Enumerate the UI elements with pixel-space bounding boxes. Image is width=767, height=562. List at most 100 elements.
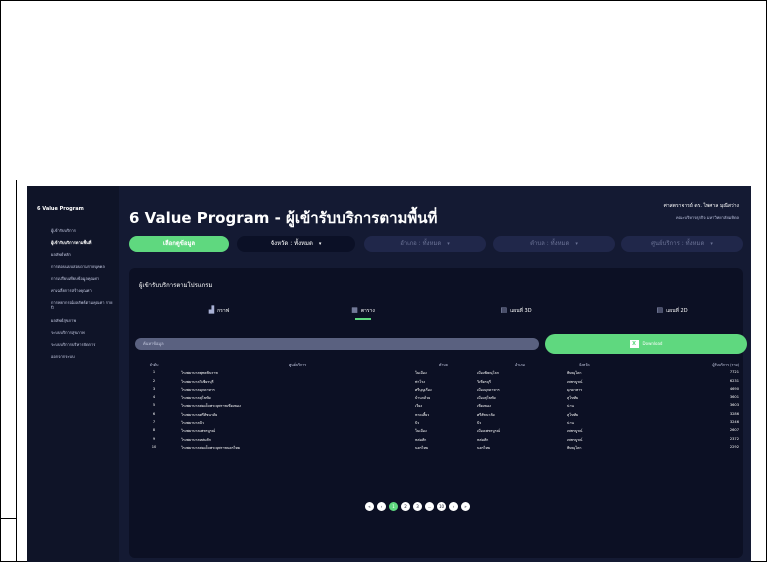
- cell-customers: 2372: [729, 436, 739, 441]
- col-header-district[interactable]: อำเภอ: [515, 362, 525, 368]
- page-button[interactable]: ›: [449, 502, 458, 511]
- cell-subdistrict: บ้านกล้วย: [415, 396, 431, 401]
- subdistrict-dropdown-label: ตำบล : ทั้งหมด: [530, 240, 570, 247]
- sidebar-item-value-compare[interactable]: การเปรียบเทียบข้อมูลคุณค่า: [51, 276, 113, 281]
- cell-customers: 2607: [729, 428, 739, 433]
- district-dropdown[interactable]: อำเภอ : ทั้งหมด ▾: [364, 236, 486, 252]
- sidebar-item-customers[interactable]: ผู้เข้ารับบริการ: [51, 228, 113, 233]
- sidebar-item-outcomes[interactable]: ผลลัพธ์หลัก: [51, 252, 113, 257]
- cell-subdistrict: นครไทย: [415, 445, 429, 450]
- cell-province: พิษณุโลก: [567, 445, 582, 450]
- cell-district: เมืองสุโขทัย: [477, 396, 496, 401]
- map-icon: ▤: [500, 306, 508, 314]
- table-row[interactable]: 3 โรงพยาบาลมุกดาหาร ศรีบุญเรือง เมืองมุกดาห…: [139, 387, 743, 395]
- user-organization: คณะบริหารธุรกิจ มหาวิทยาลัยมหิดล: [676, 215, 739, 220]
- cell-service-unit: โรงพยาบาลสมเด็จพระยุพราชนครไทย: [181, 445, 241, 450]
- active-tab-indicator: [355, 318, 371, 320]
- table-row[interactable]: 5 โรงพยาบาลสมเด็จพระยุพราชเชียงของ เวียง เช…: [139, 403, 743, 411]
- province-dropdown-label: จังหวัด : ทั้งหมด: [270, 240, 313, 247]
- cell-province: เพชรบูรณ์: [567, 379, 583, 384]
- cell-customers: 3286: [729, 411, 739, 416]
- table-row[interactable]: 10 โรงพยาบาลสมเด็จพระยุพราชนครไทย นครไทย นค…: [139, 445, 743, 453]
- col-header-customers[interactable]: ผู้รับบริการ (ราย): [659, 362, 739, 368]
- table-row[interactable]: 7 โรงพยาบาลปัว ปัว ปัว น่าน 3246: [139, 420, 743, 428]
- tab-table-label: ตาราง: [360, 308, 375, 314]
- tab-table[interactable]: ▦ ตาราง: [333, 306, 393, 315]
- cell-customers: 3246: [729, 420, 739, 425]
- service-unit-dropdown[interactable]: ศูนย์บริการ : ทั้งหมด ▾: [621, 236, 743, 252]
- panel-title: ผู้เข้ารับบริการตามโปรแกรม: [139, 282, 213, 289]
- chevron-down-icon: ▾: [575, 241, 578, 247]
- cell-no: 4: [152, 395, 156, 400]
- col-header-service-unit[interactable]: ศูนย์บริการ: [289, 362, 306, 368]
- cell-service-unit: โรงพยาบาลหล่มสัก: [181, 437, 211, 442]
- cell-customers: 3601: [729, 395, 739, 400]
- search-input[interactable]: ค้นหาข้อมูล: [135, 338, 539, 350]
- page-button[interactable]: 10: [437, 502, 446, 511]
- cell-subdistrict: ปัว: [415, 421, 420, 426]
- page-button[interactable]: 1: [389, 502, 398, 511]
- page-button[interactable]: 3: [413, 502, 422, 511]
- cell-customers: 6231: [729, 378, 739, 383]
- cell-no: 7: [152, 420, 156, 425]
- col-header-no[interactable]: ลำดับ: [145, 362, 163, 368]
- cell-district: ปัว: [477, 421, 482, 426]
- cell-district: วิเชียรบุรี: [477, 379, 491, 384]
- sidebar: 6 Value Program ผู้เข้ารับบริการ ผู้เข้า…: [27, 186, 119, 562]
- cell-district: เชียงของ: [477, 404, 491, 409]
- subdistrict-dropdown[interactable]: ตำบล : ทั้งหมด ▾: [493, 236, 615, 252]
- cell-province: พิษณุโลก: [567, 371, 582, 376]
- table-row[interactable]: 6 โรงพยาบาลศรีสัชนาลัย หาดเสี้ยว ศรีสัชนาลั…: [139, 412, 743, 420]
- cell-district: ศรีสัชนาลัย: [477, 412, 495, 417]
- cell-no: 2: [152, 378, 156, 383]
- page-button[interactable]: «: [365, 502, 374, 511]
- col-header-province[interactable]: จังหวัด: [579, 362, 590, 368]
- table-icon: ▦: [351, 306, 358, 314]
- cell-district: เมืองเพชรบูรณ์: [477, 429, 501, 434]
- page-button[interactable]: ‹: [377, 502, 386, 511]
- table-row[interactable]: 2 โรงพยาบาลวิเชียรบุรี ท่าโรง วิเชียรบุรี เพ…: [139, 379, 743, 387]
- cell-customers: 2292: [729, 444, 739, 449]
- download-button[interactable]: X Download: [545, 334, 747, 354]
- select-data-button[interactable]: เลือกดูข้อมูล: [129, 236, 229, 252]
- sidebar-item-forecast[interactable]: การพยากรณ์ผลลัพธ์ตามคุณค่า รายปี: [51, 300, 113, 310]
- page-button[interactable]: 2: [401, 502, 410, 511]
- sidebar-item-logout[interactable]: ออกจากระบบ: [51, 354, 113, 359]
- cell-district: เมืองพิษณุโลก: [477, 371, 499, 376]
- divider: [0, 518, 16, 519]
- cell-province: เพชรบูรณ์: [567, 437, 583, 442]
- tab-map-2d-label: แผนที่ 2D: [666, 308, 688, 314]
- sidebar-item-survey[interactable]: การตอบแบบสอบถามรายบุคคล: [51, 264, 113, 269]
- cell-province: สุโขทัย: [567, 396, 579, 401]
- pagination: «‹ 1 2 3... 10 ›»: [365, 502, 470, 511]
- table-row[interactable]: 8 โรงพยาบาลเพชรบูรณ์ ในเมือง เมืองเพชรบูรณ์…: [139, 428, 743, 436]
- table-row[interactable]: 4 โรงพยาบาลสุโขทัย บ้านกล้วย เมืองสุโขทัย สุ…: [139, 395, 743, 403]
- tab-map-2d[interactable]: ▤ แผนที่ 2D: [637, 306, 707, 315]
- table-row[interactable]: 1 โรงพยาบาลพุทธชินราช ในเมือง เมืองพิษณุโลก…: [139, 370, 743, 378]
- province-dropdown[interactable]: จังหวัด : ทั้งหมด ▾: [237, 236, 355, 252]
- cell-service-unit: โรงพยาบาลมุกดาหาร: [181, 387, 215, 392]
- tab-graph[interactable]: ▟ กราฟ: [189, 306, 249, 315]
- cell-province: น่าน: [567, 404, 574, 409]
- page-button[interactable]: ...: [425, 502, 434, 511]
- table-header: ลำดับ ศูนย์บริการ ตำบล อำเภอ จังหวัด ผู้…: [139, 362, 743, 370]
- sidebar-item-customers-by-area[interactable]: ผู้เข้ารับบริการตามพื้นที่: [51, 240, 113, 245]
- sidebar-item-health-outcomes[interactable]: ผลลัพธ์สุขภาพ: [51, 318, 113, 323]
- sidebar-item-value-average[interactable]: ค่าเฉลี่ยการสร้างคุณค่า: [51, 288, 113, 293]
- col-header-subdistrict[interactable]: ตำบล: [439, 362, 448, 368]
- cell-customers: 3603: [729, 403, 739, 408]
- cell-subdistrict: หาดเสี้ยว: [415, 412, 430, 417]
- app-window: 6 Value Program ผู้เข้ารับบริการ ผู้เข้า…: [27, 186, 751, 562]
- page-button[interactable]: »: [461, 502, 470, 511]
- bar-chart-icon: ▟: [208, 306, 215, 314]
- cell-no: 9: [152, 436, 156, 441]
- divider: [16, 180, 17, 562]
- tab-map-3d[interactable]: ▤ แผนที่ 3D: [481, 306, 551, 315]
- table-row[interactable]: 9 โรงพยาบาลหล่มสัก หล่มสัก หล่มสัก เพชรบูรณ์…: [139, 437, 743, 445]
- cell-province: สุโขทัย: [567, 412, 579, 417]
- cell-no: 10: [151, 444, 157, 449]
- sidebar-item-management[interactable]: ระบบบริการบริหารจัดการ: [51, 342, 113, 347]
- chevron-down-icon: ▾: [447, 241, 450, 247]
- cell-customers: 7721: [729, 370, 739, 375]
- sidebar-item-health-service[interactable]: ระบบบริการสุขภาพ: [51, 330, 113, 335]
